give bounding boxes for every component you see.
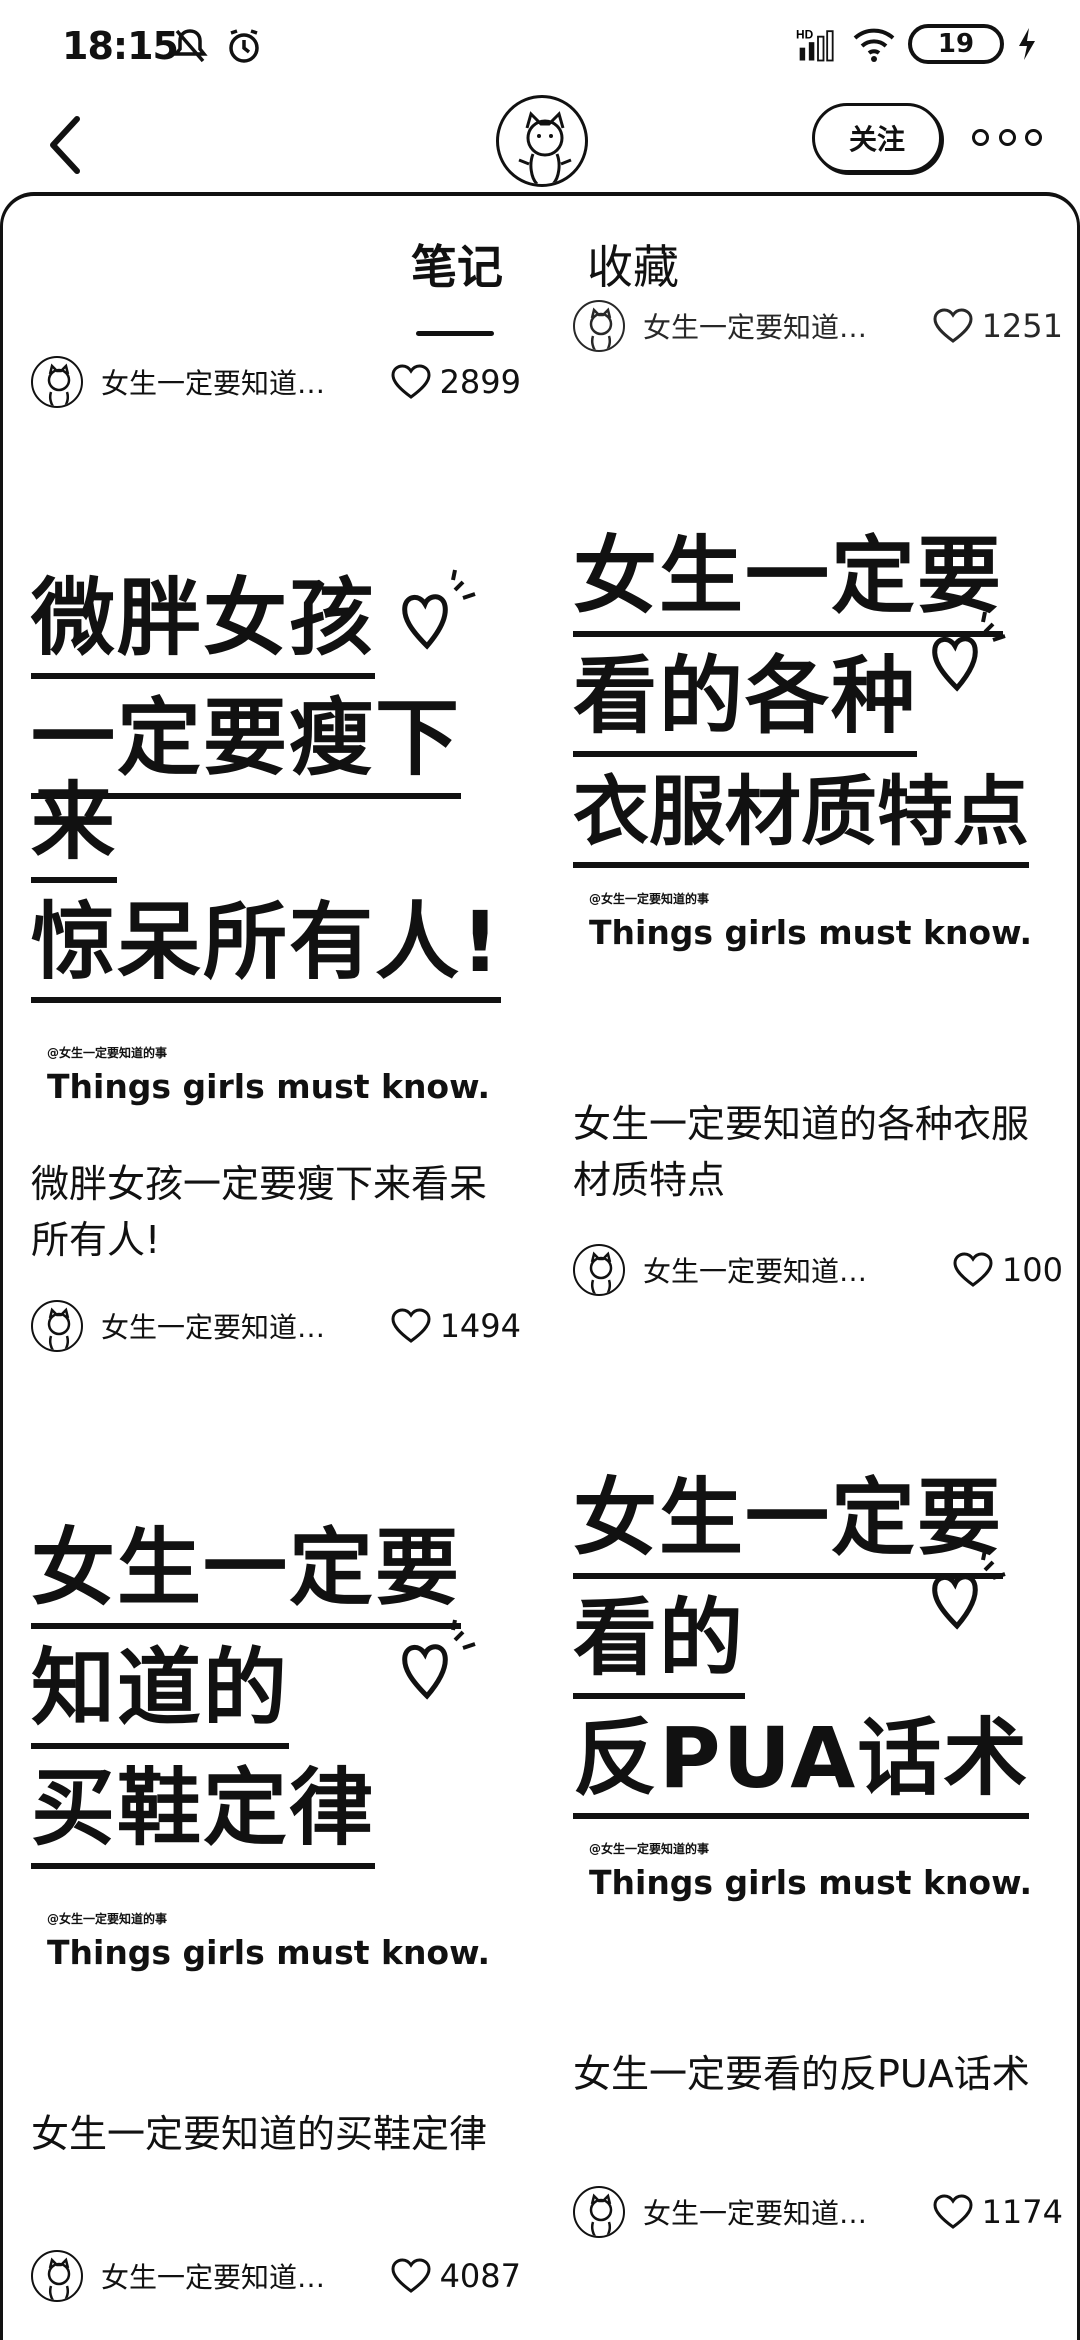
cover-line: 买鞋定律: [31, 1759, 376, 1869]
author-name[interactable]: 女生一定要知道…: [101, 2256, 337, 2296]
more-dot: [1025, 128, 1042, 146]
heart-doodle-icon: [932, 1549, 1006, 1630]
cover-tag: @女生一定要知道的事: [589, 892, 710, 906]
cover-tag: @女生一定要知道的事: [47, 1912, 168, 1926]
back-button[interactable]: [30, 105, 100, 185]
like-button[interactable]: 1494: [390, 1307, 521, 1345]
like-button[interactable]: 2899: [390, 363, 521, 401]
status-bar: 18:15 HD 19: [0, 0, 1080, 95]
note-meta: 女生一定要知道… 2899: [31, 352, 521, 412]
note-cover[interactable]: 女生一定要 知道的 买鞋定律 @女生一定要知道的事 Things girls m…: [31, 1519, 521, 1972]
heart-icon: [391, 364, 431, 399]
author-name[interactable]: 女生一定要知道…: [101, 1306, 337, 1346]
heart-doodle-icon: [402, 569, 476, 650]
charging-icon: [1016, 22, 1038, 66]
back-arrow-icon: [50, 116, 80, 174]
author-name[interactable]: 女生一定要知道…: [101, 362, 337, 402]
alarm-icon: [222, 24, 266, 68]
like-button[interactable]: 1251: [932, 307, 1063, 345]
note-cover[interactable]: 女生一定要 看的各种 衣服材质特点 @女生一定要知道的事 Things girl…: [573, 527, 1063, 952]
note-title[interactable]: 微胖女孩一定要瘦下来看呆所有人!: [31, 1156, 511, 1268]
like-count: 100: [1001, 1251, 1063, 1289]
battery-level: 19: [937, 29, 975, 59]
cover-line: 看的各种: [573, 647, 918, 757]
author-avatar[interactable]: [31, 2250, 83, 2302]
profile-avatar[interactable]: [496, 95, 588, 187]
cover-line: 女生一定要: [31, 1519, 462, 1629]
like-count: 1494: [439, 1307, 521, 1345]
heart-icon: [391, 1308, 431, 1343]
tab-active-indicator: [416, 331, 494, 336]
tab-favorites[interactable]: 收藏: [587, 231, 679, 297]
cover-subtitle: Things girls must know.: [589, 913, 1033, 952]
like-count: 1251: [981, 307, 1063, 345]
wifi-icon: [852, 22, 896, 66]
note-meta: 女生一定要知道… 4087: [31, 2246, 521, 2306]
heart-icon: [953, 1252, 993, 1287]
cover-tag: @女生一定要知道的事: [47, 1046, 168, 1060]
author-name[interactable]: 女生一定要知道…: [643, 2192, 879, 2232]
like-button[interactable]: 100: [952, 1251, 1063, 1289]
note-cover[interactable]: 女生一定要 看的 反PUA话术 @女生一定要知道的事 Things girls …: [573, 1469, 1063, 1902]
author-name[interactable]: 女生一定要知道…: [643, 306, 879, 346]
svg-text:HD: HD: [796, 28, 814, 42]
status-time: 18:15: [62, 24, 179, 68]
author-avatar[interactable]: [31, 356, 83, 408]
author-avatar[interactable]: [573, 1244, 625, 1296]
heart-icon: [391, 2258, 431, 2293]
tab-notes[interactable]: 笔记: [411, 231, 503, 297]
note-title[interactable]: 女生一定要看的反PUA话术: [573, 2046, 1053, 2102]
battery-indicator: 19: [908, 24, 1004, 64]
heart-doodle-icon: [932, 611, 1006, 692]
like-count: 4087: [439, 2257, 521, 2295]
author-avatar[interactable]: [31, 1300, 83, 1352]
like-button[interactable]: 4087: [390, 2257, 521, 2295]
notifications-muted-icon: [168, 24, 212, 68]
more-dot: [972, 128, 989, 146]
note-meta: 女生一定要知道… 1494: [31, 1296, 521, 1356]
author-name[interactable]: 女生一定要知道的事: [643, 1250, 879, 1290]
cover-tag: @女生一定要知道的事: [589, 1842, 710, 1856]
like-count: 1174: [981, 2193, 1063, 2231]
profile-page: 18:15 HD 19 关注 笔记 收藏 女生一定要知道… 2899 微胖女孩 …: [0, 0, 1080, 2340]
note-meta: 女生一定要知道… 1251: [573, 296, 1063, 356]
note-meta: 女生一定要知道的事 100: [573, 1240, 1063, 1300]
signal-hd-icon: HD: [796, 22, 840, 66]
content-sheet: 笔记 收藏 女生一定要知道… 2899 微胖女孩 一定要瘦下来 惊呆所有人! @…: [0, 192, 1080, 2340]
heart-doodle-icon: [402, 1619, 476, 1700]
cover-line: 微胖女孩: [31, 569, 376, 679]
like-count: 2899: [439, 363, 521, 401]
heart-icon: [933, 308, 973, 343]
follow-button[interactable]: 关注: [812, 103, 942, 173]
cover-subtitle: Things girls must know.: [47, 1933, 491, 1972]
cover-line: 看的: [573, 1589, 746, 1699]
cover-line: 反PUA话术: [573, 1709, 1030, 1819]
top-nav: 关注: [0, 95, 1080, 200]
cover-line: 惊呆所有人!: [31, 893, 502, 1003]
note-title[interactable]: 女生一定要知道的买鞋定律: [31, 2106, 511, 2162]
cover-line: 知道的: [31, 1639, 290, 1749]
cover-line: 衣服材质特点: [573, 767, 1029, 868]
heart-icon: [933, 2194, 973, 2229]
more-options-button[interactable]: [972, 115, 1042, 159]
note-meta: 女生一定要知道… 1174: [573, 2182, 1063, 2242]
author-avatar[interactable]: [573, 2186, 625, 2238]
cover-subtitle: Things girls must know.: [47, 1067, 491, 1106]
author-avatar[interactable]: [573, 300, 625, 352]
cover-subtitle: Things girls must know.: [589, 1863, 1033, 1902]
note-title[interactable]: 女生一定要知道的各种衣服材质特点: [573, 1096, 1053, 1208]
cover-line: 一定要瘦下来: [31, 689, 462, 883]
more-dot: [998, 128, 1016, 146]
like-button[interactable]: 1174: [932, 2193, 1063, 2231]
tab-bar: 笔记 收藏: [3, 231, 1077, 336]
